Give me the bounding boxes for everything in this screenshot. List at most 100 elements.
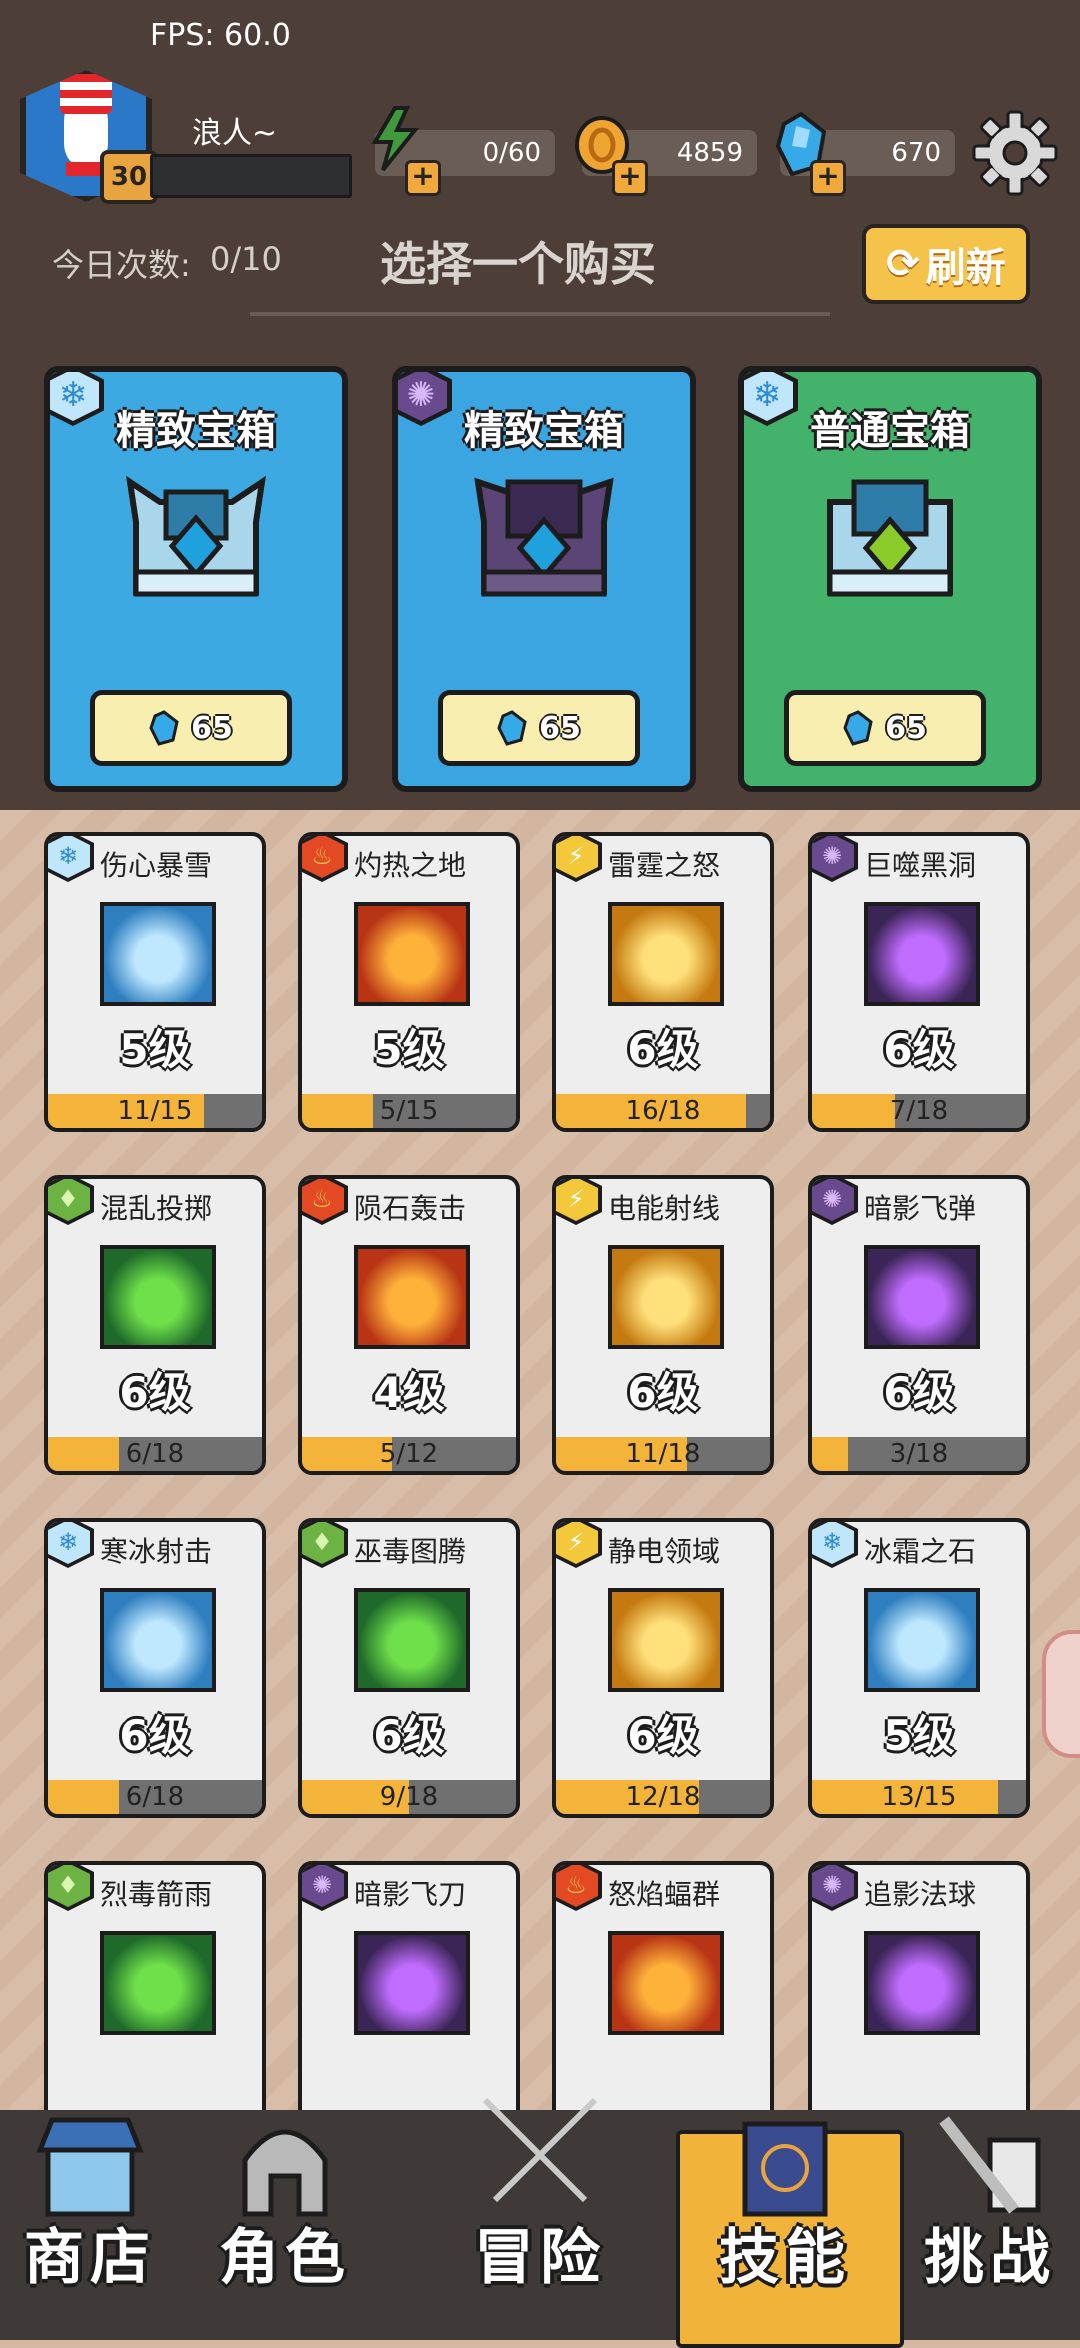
- skill-name: 追影法球: [864, 1878, 977, 1911]
- skill-progress-text: 16/18: [625, 1096, 701, 1126]
- nav-shop-label: 商店: [24, 2223, 156, 2293]
- chest-card[interactable]: ❄ 精致宝箱 65: [44, 366, 348, 792]
- nav-skills-label: 技能: [719, 2223, 851, 2293]
- skill-level: 4级: [373, 1368, 445, 1417]
- side-tab[interactable]: [1042, 1630, 1080, 1758]
- skill-name: 冰霜之石: [864, 1535, 977, 1568]
- refresh-button[interactable]: ⟳ 刷新: [862, 224, 1030, 304]
- chest-card[interactable]: ❄ 普通宝箱 65: [738, 366, 1042, 792]
- chest-buy-button[interactable]: 65: [90, 690, 292, 766]
- skill-art-icon: [608, 1245, 724, 1349]
- avatar-hat: [60, 74, 112, 114]
- chest-buy-button[interactable]: 65: [784, 690, 986, 766]
- skill-progress-bar: 11/15: [48, 1094, 262, 1128]
- skill-card[interactable]: ❄ 冰霜之石 5级 13/15: [808, 1518, 1030, 1818]
- nav-adventure-label: 冒险: [474, 2223, 606, 2293]
- gem-icon: [497, 710, 527, 746]
- nav-adventure[interactable]: 冒险: [400, 2097, 680, 2340]
- skill-name: 雷霆之怒: [608, 849, 721, 882]
- nav-character[interactable]: 角色: [190, 2110, 380, 2340]
- spellbook-icon: [742, 2121, 828, 2217]
- nav-character-label: 角色: [219, 2223, 351, 2293]
- skill-art-icon: [608, 1931, 724, 2035]
- coins-add-icon[interactable]: +: [612, 160, 648, 196]
- refresh-label: 刷新: [925, 245, 1006, 291]
- skill-art-icon: [354, 1588, 470, 1692]
- skill-card[interactable]: ❄ 伤心暴雪 5级 11/15: [44, 832, 266, 1132]
- gem-icon: [149, 710, 179, 746]
- skill-progress-bar: 16/18: [556, 1094, 770, 1128]
- skill-art-icon: [354, 1931, 470, 2035]
- skill-card[interactable]: ✺ 巨噬黑洞 6级 7/18: [808, 832, 1030, 1132]
- skill-name: 巨噬黑洞: [864, 849, 977, 882]
- skill-card[interactable]: ♦ 巫毒图腾 6级 9/18: [298, 1518, 520, 1818]
- skill-progress-bar: 3/18: [812, 1437, 1026, 1471]
- skill-card[interactable]: ❄ 寒冰射击 6级 6/18: [44, 1518, 266, 1818]
- energy-counter[interactable]: + 0/60: [371, 106, 555, 196]
- skill-level: 5级: [119, 1025, 191, 1074]
- chest-buy-button[interactable]: 65: [438, 690, 640, 766]
- skill-progress-bar: 9/18: [302, 1780, 516, 1814]
- skill-name: 暗影飞弹: [864, 1192, 977, 1225]
- skill-progress-bar: 6/18: [48, 1437, 262, 1471]
- skill-progress-text: 11/15: [117, 1096, 193, 1126]
- crossed-swords-icon: [482, 2097, 598, 2203]
- gear-icon[interactable]: [972, 110, 1058, 196]
- skill-progress-text: 9/18: [379, 1782, 439, 1812]
- skill-progress-text: 3/18: [889, 1439, 949, 1469]
- chest-name: 普通宝箱: [810, 408, 970, 454]
- skill-art-icon: [864, 1245, 980, 1349]
- energy-value: 0/60: [482, 138, 541, 168]
- skill-card[interactable]: ⚡ 电能射线 6级 11/18: [552, 1175, 774, 1475]
- coins-counter[interactable]: + 4859: [575, 116, 757, 196]
- skill-level: 6级: [627, 1711, 699, 1760]
- skill-art-icon: [864, 1931, 980, 2035]
- gem-icon: [843, 710, 873, 746]
- chest-icon: [827, 479, 953, 597]
- skill-level: 6级: [883, 1025, 955, 1074]
- skill-art-icon: [354, 902, 470, 1006]
- chest-price: 65: [191, 710, 233, 746]
- nav-challenge[interactable]: 挑战: [900, 2110, 1080, 2340]
- nav-challenge-label: 挑战: [924, 2223, 1056, 2293]
- skill-progress-text: 13/15: [881, 1782, 957, 1812]
- skill-level: 6级: [119, 1368, 191, 1417]
- skill-name: 混乱投掷: [100, 1192, 213, 1225]
- player-name: 浪人~: [192, 116, 278, 151]
- shop-title: 选择一个购买: [380, 237, 656, 291]
- skill-level: 6级: [627, 1025, 699, 1074]
- skill-progress-bar: 13/15: [812, 1780, 1026, 1814]
- skill-art-icon: [100, 1931, 216, 2035]
- chest-icon: [126, 475, 266, 597]
- gems-counter[interactable]: + 670: [775, 112, 955, 196]
- skill-card[interactable]: ✺ 暗影飞弹 6级 3/18: [808, 1175, 1030, 1475]
- skill-progress-bar: 7/18: [812, 1094, 1026, 1128]
- skill-progress-text: 5/12: [379, 1439, 439, 1469]
- gems-value: 670: [891, 138, 941, 168]
- helmet-icon: [242, 2129, 328, 2217]
- skill-card[interactable]: ♨ 灼热之地 5级 5/15: [298, 832, 520, 1132]
- refresh-icon: ⟳: [886, 241, 920, 287]
- skill-art-icon: [864, 902, 980, 1006]
- skill-name: 寒冰射击: [100, 1535, 213, 1568]
- skill-level: 6级: [373, 1711, 445, 1760]
- skill-progress-text: 5/15: [379, 1096, 439, 1126]
- chest-name: 精致宝箱: [116, 408, 276, 454]
- nav-skills[interactable]: 技能: [680, 2110, 890, 2340]
- skill-card[interactable]: ♨ 陨石轰击 4级 5/12: [298, 1175, 520, 1475]
- daily-count-label: 今日次数:: [52, 246, 191, 284]
- skill-art-icon: [864, 1588, 980, 1692]
- skill-card[interactable]: ⚡ 雷霆之怒 6级 16/18: [552, 832, 774, 1132]
- nav-shop[interactable]: 商店: [0, 2110, 180, 2340]
- gems-add-icon[interactable]: +: [810, 160, 846, 196]
- energy-add-icon[interactable]: +: [405, 160, 441, 196]
- ornament-divider: [250, 312, 830, 316]
- skill-level: 5级: [373, 1025, 445, 1074]
- skill-progress-bar: 6/18: [48, 1780, 262, 1814]
- skill-progress-bar: 5/15: [302, 1094, 516, 1128]
- skill-card[interactable]: ⚡ 静电领域 6级 12/18: [552, 1518, 774, 1818]
- skill-progress-bar: 5/12: [302, 1437, 516, 1471]
- skill-progress-bar: 11/18: [556, 1437, 770, 1471]
- chest-card[interactable]: ✺ 精致宝箱 65: [392, 366, 696, 792]
- skill-card[interactable]: ♦ 混乱投掷 6级 6/18: [44, 1175, 266, 1475]
